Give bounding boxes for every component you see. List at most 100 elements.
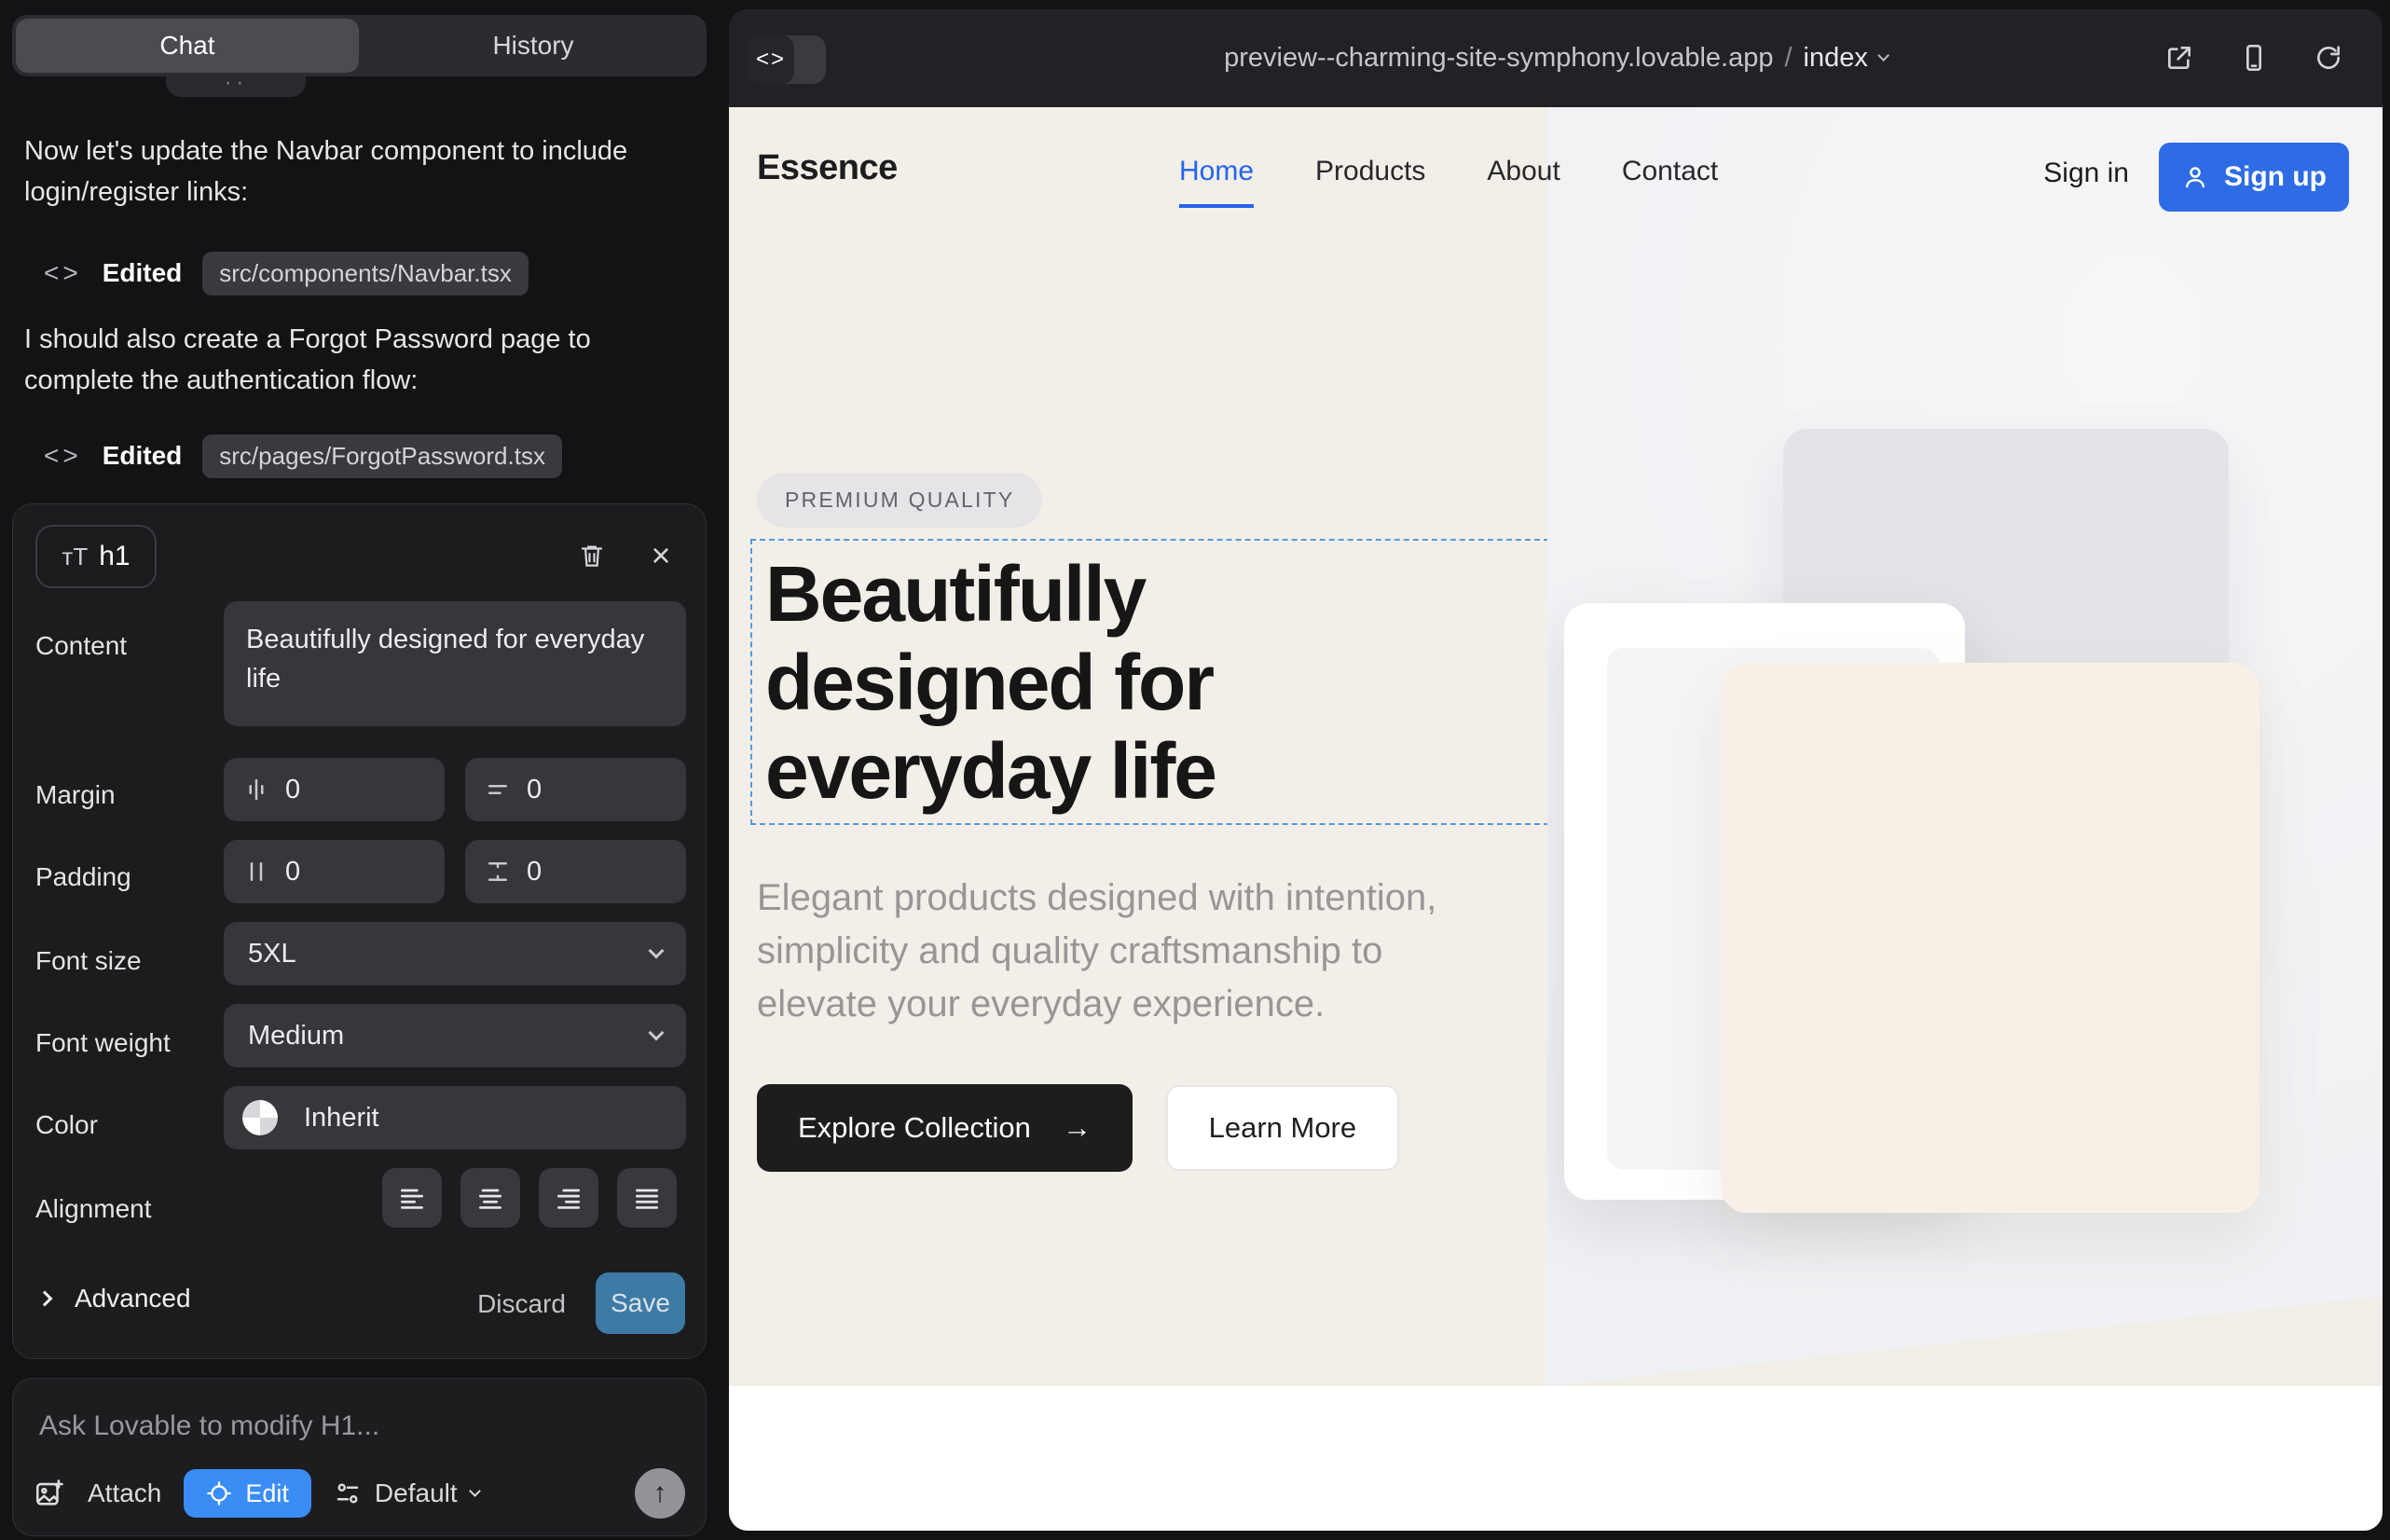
preview-toolbar: <> preview--charming-site-symphony.lovab… [729, 9, 2383, 107]
tab-history[interactable]: History [360, 15, 707, 76]
sliders-icon [334, 1479, 362, 1507]
smartphone-icon [2239, 43, 2269, 73]
save-button[interactable]: Save [596, 1272, 685, 1334]
edit-mode-button[interactable]: Edit [184, 1469, 311, 1518]
color-label: Color [35, 1110, 98, 1140]
element-tag-pill[interactable]: тT h1 [35, 525, 157, 588]
font-size-select[interactable]: 5XL [224, 922, 686, 985]
chevron-down-icon [649, 943, 665, 959]
url-separator: / [1784, 43, 1792, 74]
learn-more-button[interactable]: Learn More [1166, 1085, 1399, 1171]
screen: ·· Chat History Now let's update the Nav… [0, 0, 2390, 1540]
content-input[interactable]: Beautifully designed for everyday life [224, 601, 686, 726]
alignment-label: Alignment [35, 1194, 152, 1224]
external-link-icon [2164, 43, 2194, 73]
url-host: preview--charming-site-symphony.lovable.… [1224, 43, 1773, 74]
padding-horizontal-icon [242, 858, 270, 886]
nav-about[interactable]: About [1487, 156, 1559, 208]
arrow-up-icon: ↑ [653, 1478, 667, 1509]
content-label: Content [35, 631, 127, 661]
code-view-segment[interactable]: <> [748, 35, 794, 84]
align-justify-button[interactable] [617, 1168, 677, 1228]
file-chip[interactable]: src/components/Navbar.tsx [202, 252, 529, 296]
hero-left-panel: PREMIUM QUALITY Beautifully designed for… [729, 107, 1547, 1386]
align-right-icon [554, 1183, 584, 1213]
margin-horizontal-icon [242, 776, 270, 804]
site-preview: PREMIUM QUALITY Beautifully designed for… [729, 107, 2383, 1531]
code-icon: <> [44, 258, 82, 288]
mode-label: Default [375, 1478, 458, 1508]
align-left-icon [397, 1183, 427, 1213]
url-bar[interactable]: preview--charming-site-symphony.lovable.… [1224, 43, 1888, 74]
chat-sidebar: ·· Chat History Now let's update the Nav… [0, 0, 727, 1540]
edited-file-row: <> Edited src/pages/ForgotPassword.tsx [44, 433, 562, 479]
explore-collection-button[interactable]: Explore Collection → [757, 1084, 1133, 1172]
element-tag: h1 [99, 541, 130, 572]
composer-input[interactable]: Ask Lovable to modify H1... [39, 1410, 379, 1442]
font-weight-select[interactable]: Medium [224, 1004, 686, 1067]
hero-description: Elegant products designed with intention… [757, 872, 1503, 1030]
padding-vertical-icon [484, 858, 512, 886]
discard-button[interactable]: Discard [477, 1289, 566, 1319]
chat-tabbar: Chat History [12, 15, 707, 76]
mode-select[interactable]: Default [334, 1478, 479, 1508]
align-center-icon [475, 1183, 505, 1213]
preview-actions [2163, 41, 2345, 75]
mobile-preview-button[interactable] [2237, 41, 2271, 75]
send-button[interactable]: ↑ [635, 1468, 685, 1519]
user-icon [2181, 163, 2209, 191]
margin-x-input[interactable]: 0 [224, 758, 445, 821]
url-path[interactable]: index [1804, 43, 1868, 74]
sign-up-label: Sign up [2224, 161, 2327, 193]
chevron-down-icon [649, 1025, 665, 1041]
decor-diagonal-wedge [1547, 1297, 2383, 1386]
brand-logo[interactable]: Essence [757, 148, 898, 188]
font-weight-value: Medium [248, 1021, 344, 1052]
sign-up-button[interactable]: Sign up [2159, 143, 2349, 212]
attach-button[interactable]: Attach [88, 1478, 161, 1508]
align-left-button[interactable] [382, 1168, 442, 1228]
nav-products[interactable]: Products [1315, 156, 1425, 208]
padding-label: Padding [35, 862, 131, 892]
padding-x-input[interactable]: 0 [224, 840, 445, 903]
sign-in-link[interactable]: Sign in [2043, 158, 2129, 189]
tab-chat[interactable]: Chat [16, 19, 359, 73]
file-chip[interactable]: src/pages/ForgotPassword.tsx [202, 434, 562, 478]
trash-icon [578, 542, 606, 570]
close-editor-button[interactable]: × [639, 534, 682, 577]
padding-y-input[interactable]: 0 [465, 840, 686, 903]
attach-image-icon [34, 1478, 65, 1509]
advanced-toggle[interactable]: Advanced [39, 1284, 191, 1313]
color-value: Inherit [304, 1103, 379, 1134]
open-external-button[interactable] [2163, 41, 2196, 75]
delete-element-button[interactable] [570, 534, 613, 577]
color-select[interactable]: Inherit [224, 1086, 686, 1149]
view-mode-toggle[interactable]: <> [748, 35, 826, 84]
hero-cta-row: Explore Collection → Learn More [757, 1084, 1399, 1172]
nav-home[interactable]: Home [1179, 156, 1254, 208]
composer-toolbar: Attach Edit Default [34, 1468, 479, 1519]
edit-label: Edit [245, 1479, 289, 1508]
element-editor-panel: тT h1 × Content Beautifully designed for… [12, 503, 707, 1359]
close-icon: × [651, 539, 670, 572]
h1-selection-outline[interactable]: Beautifully designed for everyday life [750, 539, 1549, 825]
align-right-button[interactable] [539, 1168, 598, 1228]
explore-label: Explore Collection [798, 1111, 1031, 1145]
preview-window: <> preview--charming-site-symphony.lovab… [729, 9, 2383, 1531]
arrow-right-icon: → [1063, 1111, 1092, 1145]
padding-y-value: 0 [527, 857, 542, 887]
composer-panel: Ask Lovable to modify H1... Attach Edit … [12, 1378, 707, 1536]
padding-x-value: 0 [285, 857, 300, 887]
chat-message: Now let's update the Navbar component to… [24, 131, 690, 213]
margin-y-input[interactable]: 0 [465, 758, 686, 821]
code-icon: <> [756, 47, 786, 73]
font-size-value: 5XL [248, 939, 296, 969]
align-center-button[interactable] [460, 1168, 520, 1228]
hero-right-panel [1547, 107, 2383, 1386]
refresh-button[interactable] [2312, 41, 2345, 75]
chat-message: I should also create a Forgot Password p… [24, 319, 690, 401]
edited-label: Edited [103, 441, 183, 471]
type-icon: тT [62, 543, 88, 571]
nav-contact[interactable]: Contact [1622, 156, 1718, 208]
hero-headline[interactable]: Beautifully designed for everyday life [752, 541, 1349, 816]
